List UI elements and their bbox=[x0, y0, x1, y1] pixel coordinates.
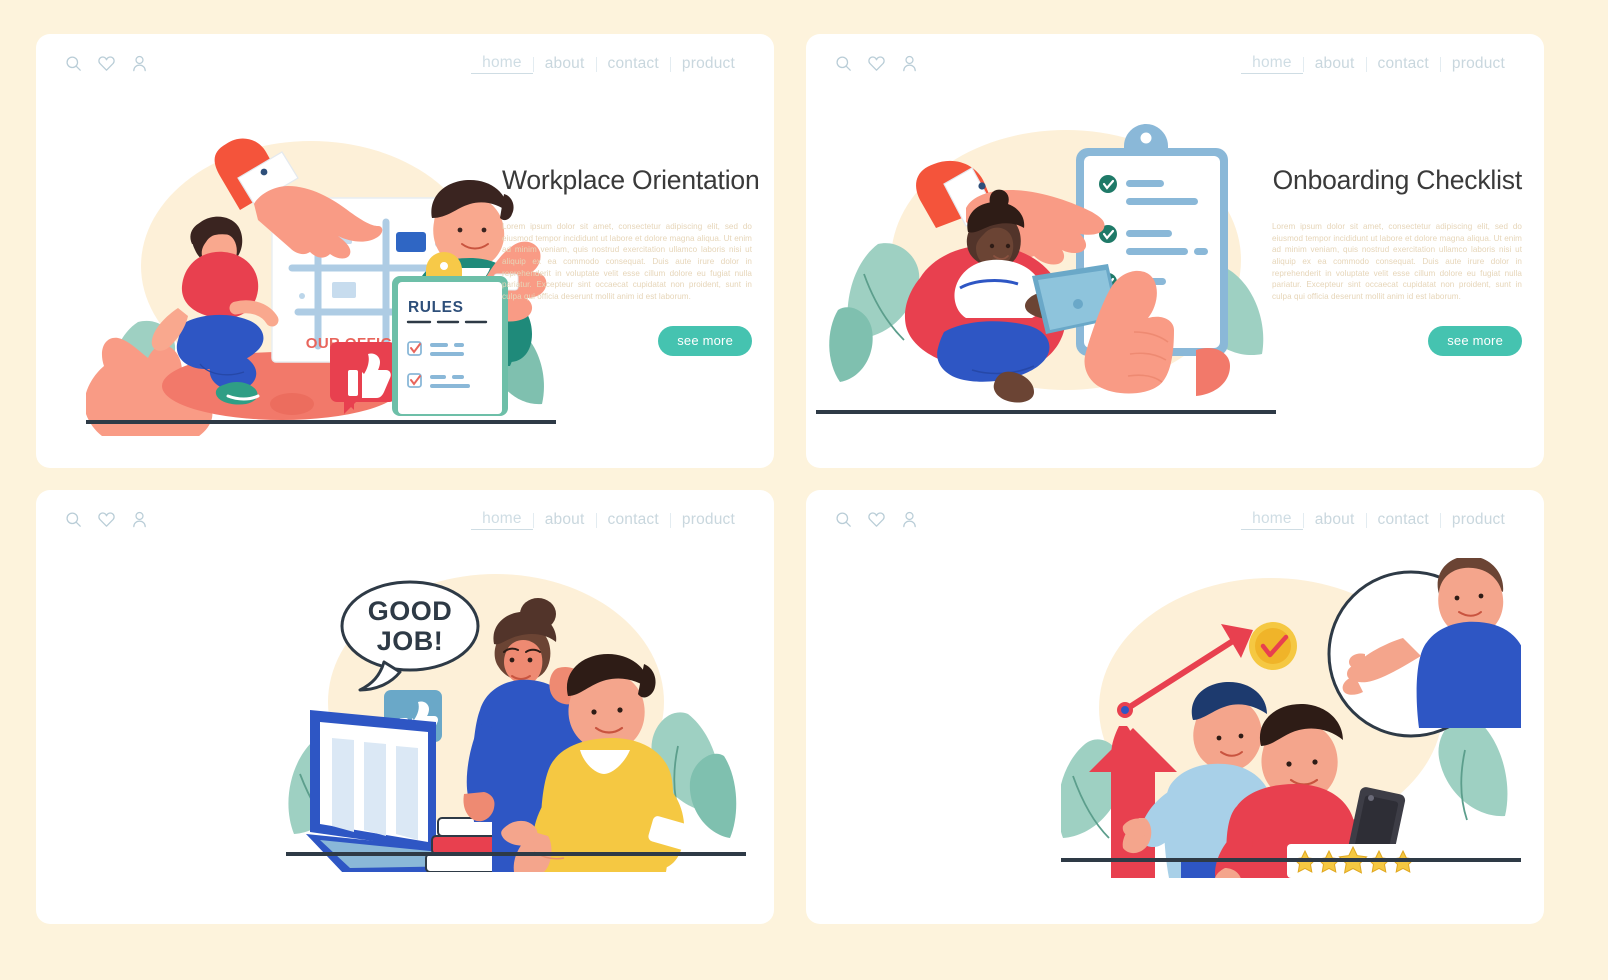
nav-link-about[interactable]: about bbox=[534, 55, 596, 73]
illustration-onboarding-checklist bbox=[816, 110, 1276, 430]
illustration-workplace-orientation: OUR OFFICE bbox=[86, 126, 556, 436]
panel-onboarding-checklist: home about contact product Onboarding Ch… bbox=[806, 34, 1544, 468]
search-icon[interactable] bbox=[64, 54, 83, 73]
nav-link-contact[interactable]: contact bbox=[597, 55, 670, 73]
navbar: home about contact product bbox=[806, 490, 1544, 552]
user-icon[interactable] bbox=[130, 510, 149, 529]
nav-icon-group bbox=[64, 510, 149, 529]
panel-new-employee-assessment: home about contact product bbox=[806, 490, 1544, 924]
nav-link-home[interactable]: home bbox=[471, 54, 533, 74]
see-more-button[interactable]: see more bbox=[1428, 326, 1522, 357]
watch-dial bbox=[978, 182, 986, 190]
nav-link-home[interactable]: home bbox=[1241, 510, 1303, 530]
illustration-buddy-system: GOOD JOB! bbox=[286, 552, 746, 872]
page-title: Workplace Orientation bbox=[502, 165, 760, 195]
nav-link-home[interactable]: home bbox=[1241, 54, 1303, 74]
watch-dial bbox=[260, 168, 268, 176]
nav-link-contact[interactable]: contact bbox=[1367, 55, 1440, 73]
nav-icon-group bbox=[834, 54, 919, 73]
body-text: Lorem ipsum dolor sit amet, consectetur … bbox=[1272, 222, 1522, 301]
nav-links: home about contact product bbox=[1241, 54, 1516, 74]
text-block-workplace-orientation: Workplace Orientation Lorem ipsum dolor … bbox=[502, 165, 760, 357]
navbar: home about contact product bbox=[36, 490, 774, 552]
see-more-button[interactable]: see more bbox=[658, 326, 752, 357]
nav-icon-group bbox=[64, 54, 149, 73]
heart-icon[interactable] bbox=[97, 54, 116, 73]
nav-link-about[interactable]: about bbox=[534, 511, 596, 529]
search-icon[interactable] bbox=[64, 510, 83, 529]
nav-link-about[interactable]: about bbox=[1304, 511, 1366, 529]
nav-link-home[interactable]: home bbox=[471, 510, 533, 530]
leaf-decoration-right bbox=[1438, 716, 1508, 821]
rules-clipboard: RULES bbox=[392, 252, 508, 416]
nav-links: home about contact product bbox=[471, 54, 746, 74]
heart-icon[interactable] bbox=[867, 54, 886, 73]
nav-link-product[interactable]: product bbox=[1441, 55, 1516, 73]
nav-link-about[interactable]: about bbox=[1304, 55, 1366, 73]
hand-shadow-dot bbox=[270, 393, 314, 415]
page-title: Onboarding Checklist bbox=[1272, 165, 1523, 195]
cta-row: see more bbox=[502, 302, 752, 357]
search-icon[interactable] bbox=[834, 510, 853, 529]
cta-row: see more bbox=[1272, 302, 1522, 357]
search-icon[interactable] bbox=[834, 54, 853, 73]
nav-link-product[interactable]: product bbox=[1441, 511, 1516, 529]
user-icon[interactable] bbox=[130, 54, 149, 73]
nav-link-contact[interactable]: contact bbox=[597, 511, 670, 529]
clipboard-heading: RULES bbox=[408, 299, 464, 316]
navbar: home about contact product bbox=[806, 34, 1544, 96]
nav-link-product[interactable]: product bbox=[671, 511, 746, 529]
speech-line-1: GOOD bbox=[368, 596, 453, 626]
panel-grid: home about contact product OUR RULES Wor… bbox=[36, 34, 1572, 946]
user-icon[interactable] bbox=[900, 54, 919, 73]
speech-line-2: JOB! bbox=[377, 626, 444, 656]
body-text: Lorem ipsum dolor sit amet, consectetur … bbox=[502, 222, 752, 301]
nav-icon-group bbox=[834, 510, 919, 529]
user-icon[interactable] bbox=[900, 510, 919, 529]
circle-bubble-manager bbox=[1327, 558, 1521, 738]
map-pin-marker bbox=[396, 232, 426, 252]
heart-icon[interactable] bbox=[867, 510, 886, 529]
illustration-new-employee-assessment bbox=[1061, 558, 1521, 878]
panel-workplace-orientation: home about contact product OUR RULES Wor… bbox=[36, 34, 774, 468]
heart-icon[interactable] bbox=[97, 510, 116, 529]
panel-buddy-system: home about contact product GOOD JOB! bbox=[36, 490, 774, 924]
navbar: home about contact product bbox=[36, 34, 774, 96]
text-block-onboarding-checklist: Onboarding Checklist Lorem ipsum dolor s… bbox=[1272, 165, 1523, 357]
nav-links: home about contact product bbox=[471, 510, 746, 530]
nav-links: home about contact product bbox=[1241, 510, 1516, 530]
nav-link-contact[interactable]: contact bbox=[1367, 511, 1440, 529]
nav-link-product[interactable]: product bbox=[671, 55, 746, 73]
